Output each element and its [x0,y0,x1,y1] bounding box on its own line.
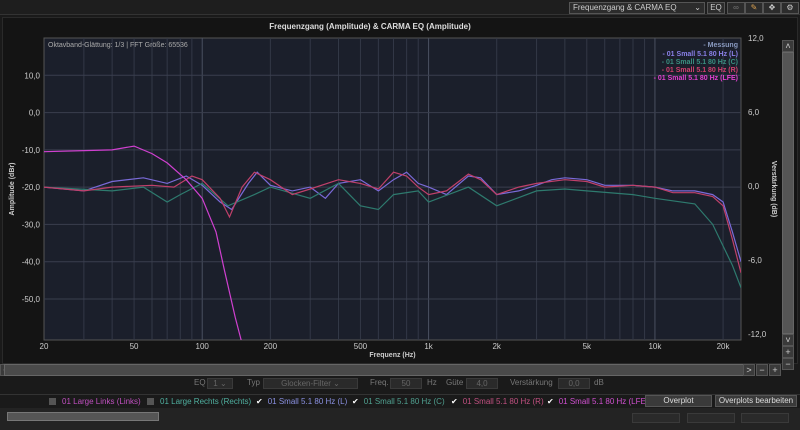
dropdown[interactable] [741,413,789,423]
x-tick-label: 10k [648,342,662,351]
horizontal-scrollbar[interactable] [4,364,752,376]
eq-number-value: 1 [213,379,218,388]
y2-tick-label: 6,0 [748,108,760,117]
gain-label: Verstärkung [510,378,553,387]
overplots-edit-button[interactable]: Overplots bearbeiten [715,395,797,407]
y-tick-label: -10,0 [22,146,41,155]
channel-label: 01 Small 5.1 80 Hz (C) [363,397,445,406]
x-axis-label: Frequenz (Hz) [369,352,415,359]
scroll-up-button[interactable]: ˄ [782,40,794,52]
dropdown[interactable] [687,413,735,423]
y-tick-label: 10,0 [24,71,40,80]
legend-entry: - 01 Small 5.1 80 Hz (C) [662,59,738,66]
filter-type-value: Glocken-Filter [281,379,331,388]
y2-tick-label: 12,0 [748,34,764,43]
zoom-out-x-button[interactable]: − [756,364,768,376]
plot-area [43,37,742,341]
zoom-out-y-button[interactable]: − [782,358,794,370]
overplot-create-button[interactable]: Overplot erzeugen [645,395,712,415]
channel-label: 01 Large Rechts (Rechts) [160,397,252,406]
y2-tick-label: -6,0 [748,256,762,265]
freq-input[interactable]: 50 [390,378,422,389]
checkbox-checked-icon[interactable]: ✔ [352,397,359,406]
y-tick-label: 0,0 [29,109,41,118]
channel-label: 01 Small 5.1 80 Hz (R) [462,397,544,406]
filter-type-select[interactable]: Glocken-Filter ⌄ [263,378,358,389]
y2-tick-label: 0,0 [748,182,760,191]
smoothing-info: Oktavband-Glättung: 1/3 | FFT Größe: 655… [48,42,188,49]
eq-number-select[interactable]: 1 ⌄ [207,378,233,389]
legend-title: - Messung [703,42,738,49]
y-tick-label: -20,0 [22,183,41,192]
x-tick-label: 50 [130,342,139,351]
channel-label: 01 Small 5.1 80 Hz (LFE) [558,397,649,406]
y2-axis-label: Verstärkung (dB) [770,161,777,217]
zoom-in-x-button[interactable]: + [769,364,781,376]
channel-toggle[interactable]: ✔ 01 Small 5.1 80 Hz (C) [352,397,445,406]
checkbox-unchecked[interactable] [147,398,154,405]
legend-entry: - 01 Small 5.1 80 Hz (LFE) [654,75,738,82]
checkbox-checked-icon[interactable]: ✔ [547,397,554,406]
checkbox-checked-icon[interactable]: ✔ [451,397,458,406]
freq-unit: Hz [427,378,437,387]
progress-bar [7,412,159,421]
scroll-down-button[interactable]: ˅ [782,334,794,346]
x-tick-label: 20 [40,342,49,351]
eq-label: EQ [194,378,206,387]
q-input[interactable]: 4,0 [466,378,498,389]
legend-entry: - 01 Small 5.1 80 Hz (R) [662,67,738,74]
vertical-scrollbar[interactable] [782,52,794,334]
y-tick-label: -30,0 [22,220,41,229]
scroll-right-button[interactable]: > [743,364,755,376]
y-tick-label: -50,0 [22,295,41,304]
gain-unit: dB [594,378,604,387]
x-tick-label: 200 [264,342,278,351]
y-tick-label: -40,0 [22,258,41,267]
checkbox-unchecked[interactable] [49,398,56,405]
channel-toggle[interactable]: ✔ 01 Small 5.1 80 Hz (R) [451,397,544,406]
channel-toggle[interactable]: ✔ 01 Small 5.1 80 Hz (L) [256,397,347,406]
x-tick-label: 500 [354,342,368,351]
channel-label: 01 Large Links (Links) [62,397,141,406]
channel-toggle[interactable]: 01 Large Rechts (Rechts) [147,397,251,406]
x-tick-label: 5k [583,342,592,351]
dropdown[interactable] [632,413,680,423]
frequency-response-chart[interactable]: 10,0 0,0 -10,0 -20,0 -30,0 -40,0 -50,0 12,0 6,0 0… [0,0,800,364]
freq-label: Freq. [370,378,389,387]
y2-tick-label: -12,0 [748,330,767,339]
x-tick-label: 1k [424,342,433,351]
x-tick-label: 100 [196,342,210,351]
legend-entry: - 01 Small 5.1 80 Hz (L) [663,51,738,58]
y-axis-label: Amplitude (dBr) [9,163,16,216]
gain-input[interactable]: 0,0 [558,378,590,389]
zoom-in-y-button[interactable]: + [782,346,794,358]
typ-label: Typ [247,378,260,387]
channel-toggle[interactable]: 01 Large Links (Links) [49,397,141,406]
status-bar [0,408,800,430]
checkbox-checked-icon[interactable]: ✔ [256,397,263,406]
x-tick-label: 20k [717,342,731,351]
channel-label: 01 Small 5.1 80 Hz (L) [267,397,348,406]
channel-toggle[interactable]: ✔ 01 Small 5.1 80 Hz (LFE) [547,397,649,406]
x-tick-label: 2k [492,342,501,351]
q-label: Güte [446,378,464,387]
